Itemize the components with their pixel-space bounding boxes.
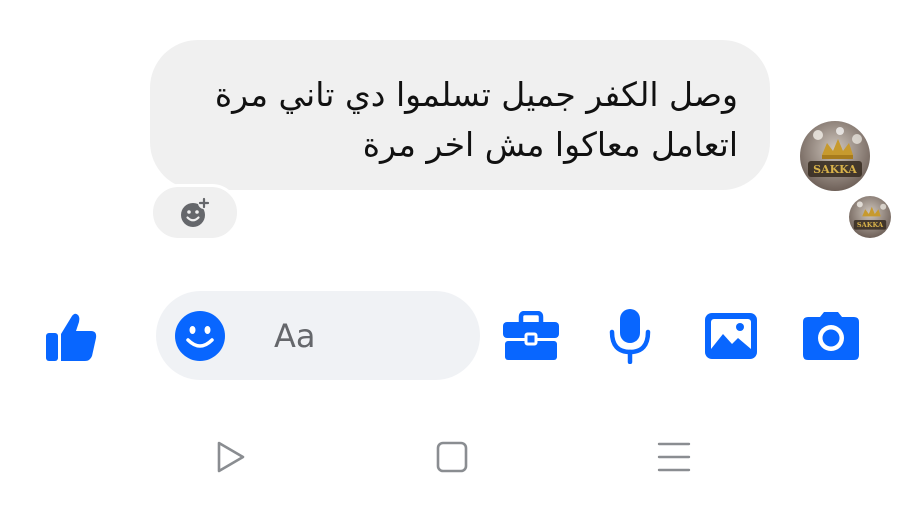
sender-avatar[interactable]: SAKKA [800, 121, 870, 191]
voice-message-button[interactable] [603, 305, 657, 367]
menu-lines-icon [657, 442, 691, 472]
sakka-logo: SAKKA [849, 196, 891, 238]
message-composer[interactable] [156, 291, 480, 380]
svg-text:SAKKA: SAKKA [857, 221, 884, 229]
nav-home-button[interactable] [432, 437, 472, 477]
square-home-icon [436, 441, 468, 473]
smiley-icon [175, 311, 225, 361]
gallery-button[interactable] [702, 307, 760, 365]
add-reaction-button[interactable] [150, 184, 240, 241]
nav-back-button[interactable] [210, 437, 250, 477]
microphone-icon [609, 309, 651, 364]
message-input[interactable] [274, 313, 464, 359]
emoji-button[interactable] [174, 310, 226, 362]
camera-button[interactable] [800, 307, 862, 365]
message-bubble[interactable]: وصل الكفر جميل تسلموا دي تاني مرة اتعامل… [150, 40, 770, 190]
messenger-screen: وصل الكفر جميل تسلموا دي تاني مرة اتعامل… [0, 0, 900, 511]
like-button[interactable] [38, 305, 102, 369]
business-tools-button[interactable] [500, 305, 562, 367]
briefcase-icon [503, 311, 559, 360]
seen-avatar: SAKKA [849, 196, 891, 238]
camera-icon [803, 312, 859, 360]
triangle-back-icon [217, 441, 245, 473]
message-line: وصل الكفر جميل تسلموا دي تاني مرة [214, 75, 738, 114]
sakka-logo: SAKKA [800, 121, 870, 191]
add-reaction-icon [181, 196, 210, 227]
message-line: اتعامل معاكوا مش اخر مرة [362, 125, 738, 164]
nav-recents-button[interactable] [654, 437, 694, 477]
thumbs-up-icon [46, 313, 97, 361]
svg-text:SAKKA: SAKKA [813, 163, 857, 176]
image-icon [705, 313, 757, 359]
